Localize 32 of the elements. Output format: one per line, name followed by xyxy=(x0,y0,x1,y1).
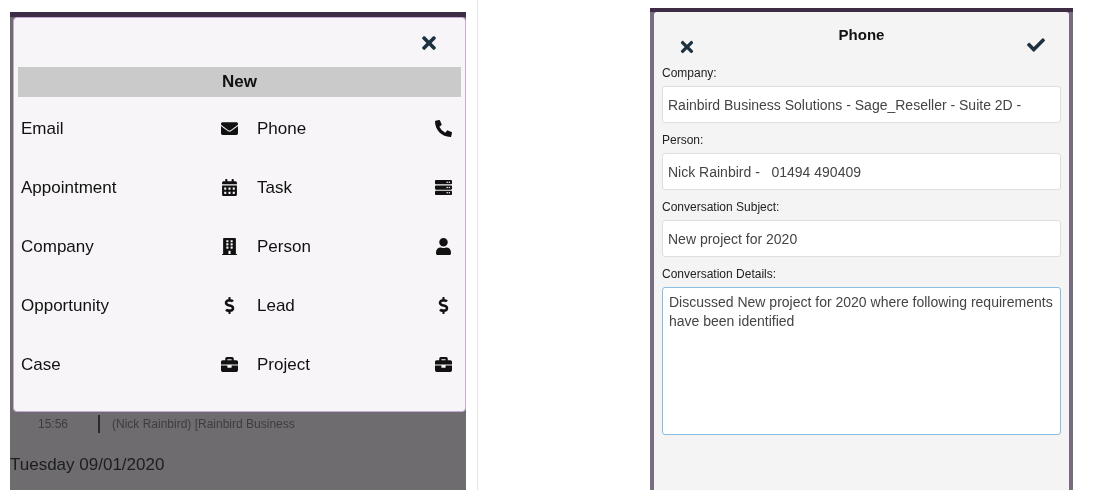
close-icon[interactable] xyxy=(678,38,696,56)
field-label: Company: xyxy=(662,65,718,82)
briefcase-icon xyxy=(221,356,238,373)
stacked-bars-icon xyxy=(435,179,452,196)
field-label: Conversation Details: xyxy=(662,266,778,283)
details-textarea[interactable]: Discussed New project for 2020 where following requirements have been identified xyxy=(662,287,1061,435)
field-label: Person: xyxy=(662,132,705,149)
menu-item[interactable]: Case xyxy=(14,335,250,394)
close-icon[interactable] xyxy=(419,33,439,53)
menu-item[interactable]: Company xyxy=(14,217,250,276)
phone-icon xyxy=(435,120,452,137)
briefcase-icon xyxy=(435,356,452,373)
menu-item[interactable]: Task xyxy=(250,158,462,217)
menu-item[interactable]: Appointment xyxy=(14,158,250,217)
person-icon xyxy=(435,238,452,255)
building-icon xyxy=(221,238,238,255)
menu-title: New xyxy=(222,71,257,94)
menu-item[interactable]: Lead xyxy=(250,276,462,335)
menu-item[interactable]: Project xyxy=(250,335,462,394)
calendar-icon xyxy=(221,179,238,196)
menu-item[interactable]: Person xyxy=(250,217,462,276)
input-field[interactable]: Rainbird Business Solutions - Sage_Reseller - Suite 2D - xyxy=(662,86,1061,123)
date-heading: Tuesday 09/01/2020 xyxy=(10,455,165,474)
menu-item[interactable]: Opportunity xyxy=(14,276,250,335)
input-field[interactable]: Nick Rainbird - 01494 490409 xyxy=(662,153,1061,190)
menu-item[interactable]: Phone xyxy=(250,99,462,158)
envelope-icon xyxy=(221,120,238,137)
field-label: Conversation Subject: xyxy=(662,199,781,216)
confirm-icon[interactable] xyxy=(1027,36,1045,54)
menu-item[interactable]: Email xyxy=(14,99,250,158)
form-title: Phone xyxy=(838,25,885,45)
input-field[interactable]: New project for 2020 xyxy=(662,220,1061,257)
